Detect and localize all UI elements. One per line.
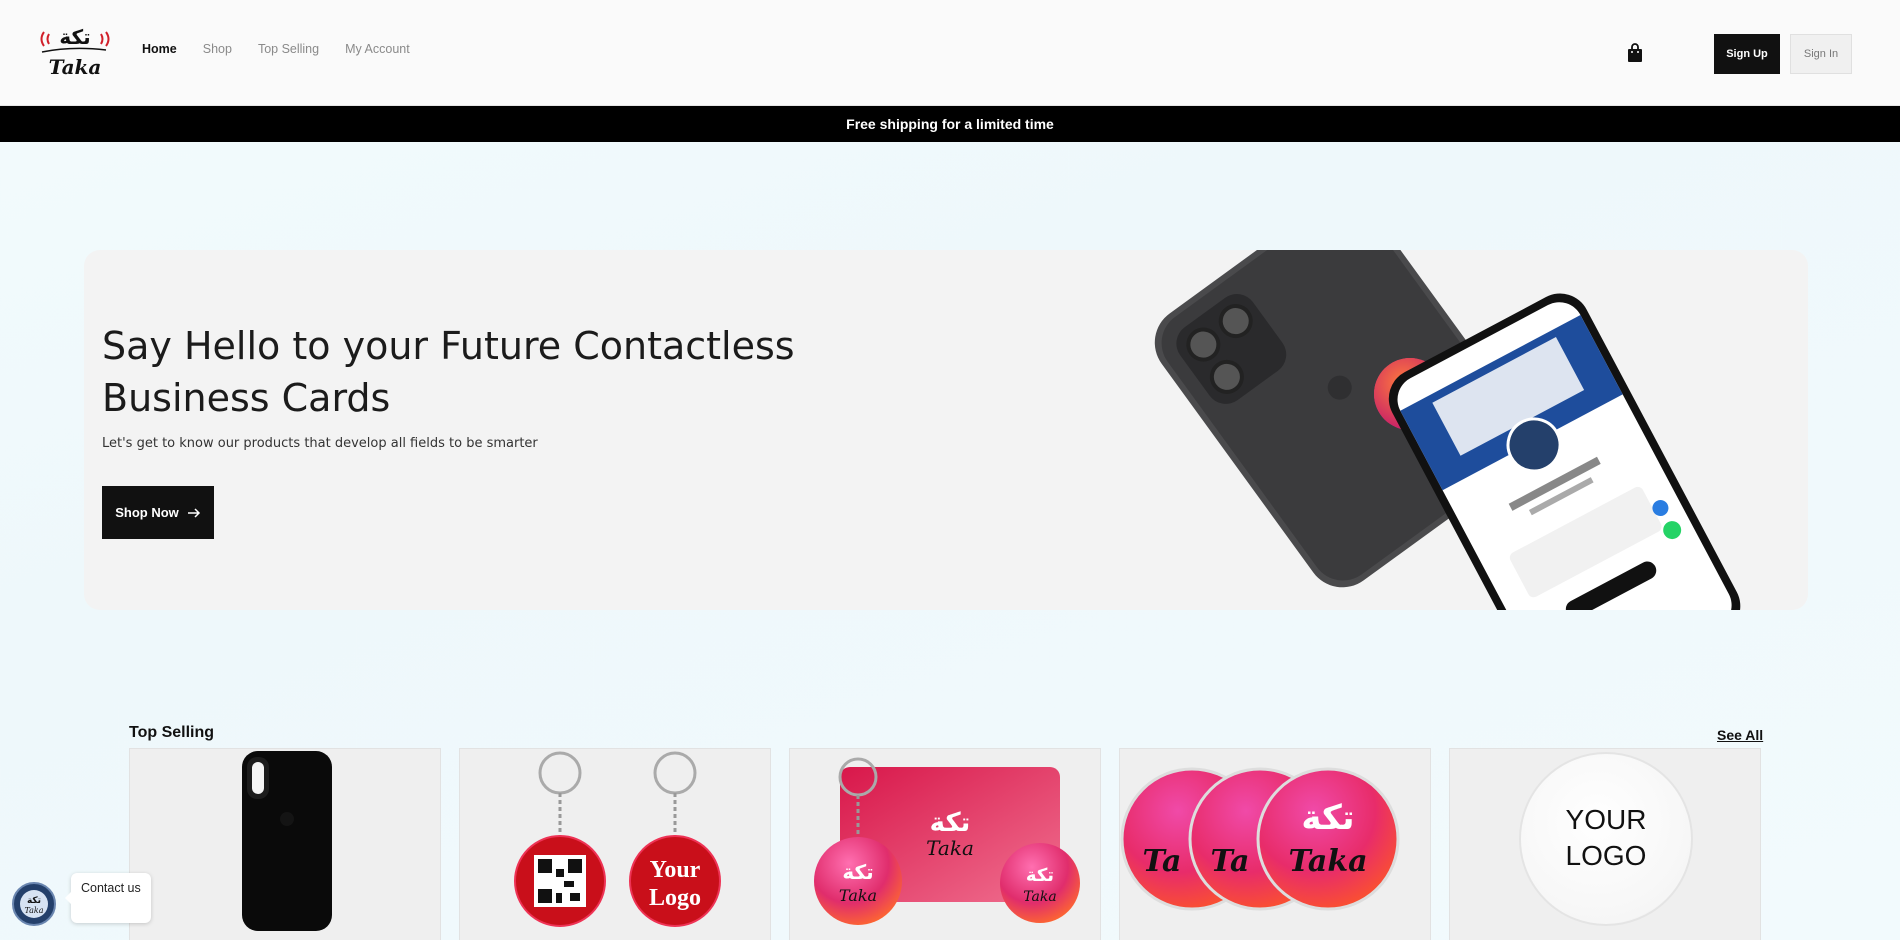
svg-text:Logo: Logo [649, 885, 701, 911]
logo-latin: Taka [49, 55, 102, 79]
sign-in-button[interactable]: Sign In [1790, 34, 1852, 74]
your-logo-line1: YOUR [1566, 804, 1647, 835]
hero-subtitle: Let's get to know our products that deve… [102, 436, 538, 451]
site-header: تكة Taka Home Shop Top Selling My Accoun… [0, 0, 1900, 106]
svg-text:تكة: تكة [842, 860, 873, 884]
announcement-bar: Free shipping for a limited time [0, 106, 1900, 142]
svg-text:Taka: Taka [1023, 889, 1056, 905]
product-card-phone-case[interactable] [129, 748, 441, 940]
svg-text:Taka: Taka [839, 886, 877, 905]
svg-text:Ta: Ta [1143, 844, 1182, 879]
contact-us-bubble[interactable]: Contact us [65, 873, 151, 923]
svg-text:Taka: Taka [926, 836, 974, 860]
main-nav: Home Shop Top Selling My Account [142, 42, 410, 56]
product-card-round-tags[interactable]: تكة Taka Ta Ta [1119, 748, 1431, 940]
svg-text:Ta: Ta [1211, 844, 1250, 879]
svg-text:Your: Your [650, 857, 701, 883]
shop-now-label: Shop Now [115, 505, 179, 520]
product-card-your-logo-tag[interactable]: YOUR LOGO [1449, 748, 1761, 940]
announcement-text: Free shipping for a limited time [846, 116, 1054, 132]
svg-text:تكة: تكة [930, 808, 971, 838]
top-selling-list: Your Logo تكة Taka تكة Taka تكة Taka تكة… [129, 748, 1761, 940]
top-selling-title: Top Selling [129, 724, 215, 741]
hero-phones-image [1144, 250, 1808, 610]
brand-logo[interactable]: تكة Taka [38, 22, 112, 84]
hero-banner: Say Hello to your Future Contactless Bus… [84, 250, 1808, 610]
product-card-keychains[interactable]: Your Logo [459, 748, 771, 940]
svg-text:Taka: Taka [24, 906, 43, 915]
nav-home[interactable]: Home [142, 42, 177, 56]
your-logo-line2: LOGO [1566, 840, 1647, 871]
nav-shop[interactable]: Shop [203, 42, 232, 56]
product-card-taka-card[interactable]: تكة Taka تكة Taka تكة Taka [789, 748, 1101, 940]
shopping-bag-icon[interactable] [1624, 42, 1646, 64]
arrow-right-icon [187, 507, 200, 518]
nav-top-selling[interactable]: Top Selling [258, 42, 319, 56]
svg-text:Taka: Taka [1288, 844, 1367, 879]
contact-avatar[interactable]: تكة Taka [12, 882, 56, 926]
hero-title: Say Hello to your Future Contactless Bus… [102, 324, 795, 420]
logo-arabic: تكة [59, 25, 90, 49]
shop-now-button[interactable]: Shop Now [102, 486, 214, 539]
see-all-link[interactable]: See All [1717, 727, 1763, 743]
svg-text:تكة: تكة [1026, 865, 1054, 886]
svg-text:تكة: تكة [1301, 798, 1354, 838]
nav-my-account[interactable]: My Account [345, 42, 410, 56]
svg-text:تكة: تكة [27, 896, 41, 906]
sign-up-button[interactable]: Sign Up [1714, 34, 1780, 74]
